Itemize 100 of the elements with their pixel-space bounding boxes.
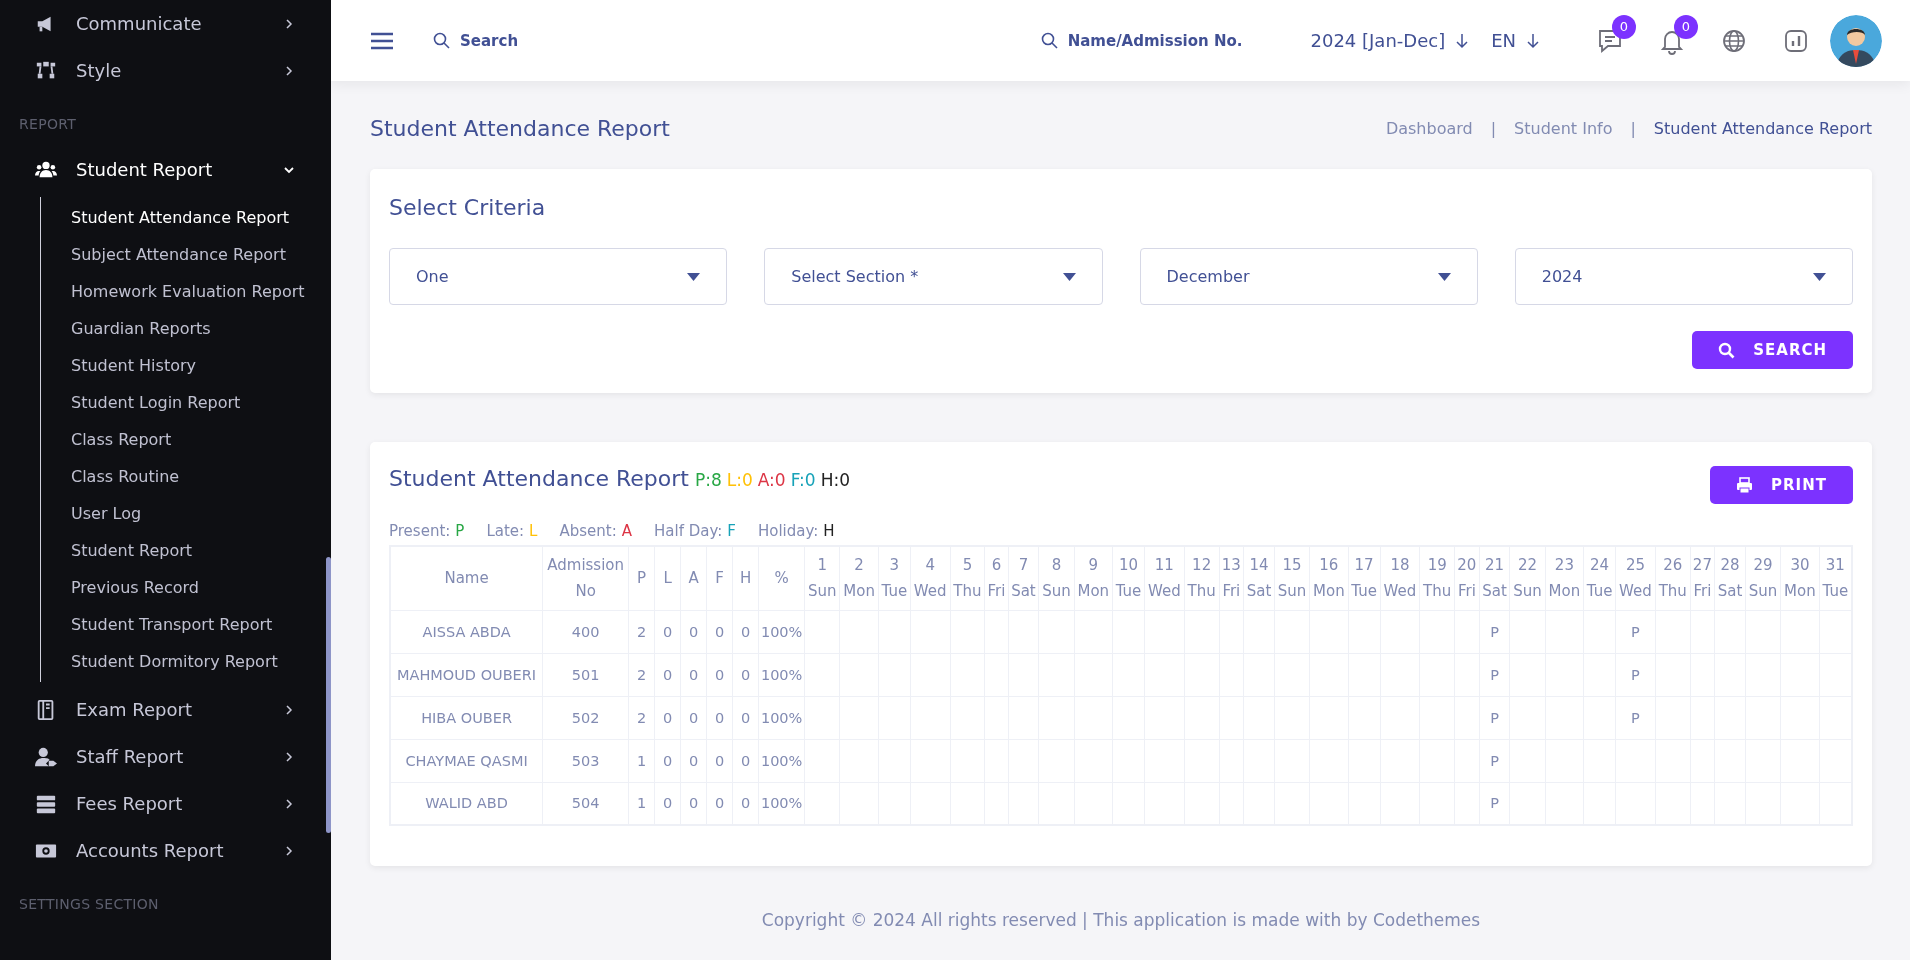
chevron-right-icon	[283, 703, 295, 716]
search-button[interactable]: SEARCH	[1692, 331, 1853, 369]
table-cell: AISSA ABDA	[390, 610, 543, 653]
select-field[interactable]: December	[1139, 248, 1478, 305]
sidebar-subitem[interactable]: User Log	[41, 495, 323, 532]
user-tag-icon	[34, 745, 58, 768]
chevron-right-icon	[283, 17, 295, 30]
sidebar-item[interactable]: Communicate	[0, 0, 323, 47]
column-header: 18 Wed	[1380, 546, 1420, 610]
column-header: Name	[390, 546, 543, 610]
column-header: L	[654, 546, 681, 610]
table-cell: 100%	[758, 696, 805, 739]
caret-icon	[1062, 272, 1076, 281]
table-cell: 0	[706, 610, 733, 653]
table-cell: 100%	[758, 653, 805, 696]
sidebar-item[interactable]: Accounts Report	[0, 827, 323, 874]
column-header: 24 Tue	[1583, 546, 1616, 610]
search-icon	[433, 32, 450, 49]
column-header: 2 Mon	[839, 546, 879, 610]
summary-count: P:8	[694, 470, 722, 490]
column-header: 28 Sat	[1714, 546, 1746, 610]
column-header: 27 Fri	[1690, 546, 1715, 610]
sidebar-item[interactable]: Staff Report	[0, 733, 323, 780]
student-search-field[interactable]: Name/Admission No.	[1067, 31, 1243, 50]
select-field[interactable]: One	[389, 248, 728, 305]
column-header: 7 Sat	[1008, 546, 1039, 610]
table-cell: 0	[706, 739, 733, 782]
sidebar-subitem[interactable]: Subject Attendance Report	[41, 236, 323, 273]
sidebar-subitem[interactable]: Guardian Reports	[41, 310, 323, 347]
column-header: 5 Thu	[950, 546, 985, 610]
sidebar-subitem[interactable]: Student Report	[41, 532, 323, 569]
sidebar-subitem[interactable]: Class Routine	[41, 458, 323, 495]
sidebar-subitem[interactable]: Homework Evaluation Report	[41, 273, 323, 310]
sidebar-subitem[interactable]: Student History	[41, 347, 323, 384]
sidebar-subitem[interactable]: Student Dormitory Report	[41, 643, 323, 680]
table-cell: 0	[706, 696, 733, 739]
select-field[interactable]: 2024	[1514, 248, 1853, 305]
sidebar-subitem[interactable]: Student Transport Report	[41, 606, 323, 643]
count-badge: 0	[1674, 14, 1698, 39]
table-cell: 400	[542, 610, 629, 653]
sidebar-item[interactable]: Exam Report	[0, 686, 323, 733]
table-cell: 1	[628, 739, 655, 782]
language-selector[interactable]: EN	[1491, 30, 1516, 51]
column-header: 8 Sun	[1038, 546, 1074, 610]
menu-icon[interactable]	[371, 31, 393, 50]
column-header: 30 Mon	[1780, 546, 1820, 610]
table-cell: P	[1479, 653, 1510, 696]
table-cell: 0	[654, 739, 681, 782]
column-header: 10 Tue	[1112, 546, 1145, 610]
column-header: H	[732, 546, 759, 610]
session-selector[interactable]: 2024 [Jan-Dec]	[1310, 30, 1446, 51]
sidebar-item[interactable]: Fees Report	[0, 780, 323, 827]
table-cell: 2	[628, 610, 655, 653]
caret-icon	[1437, 272, 1451, 281]
scrollbar[interactable]	[326, 557, 331, 833]
column-header: 29 Sun	[1745, 546, 1781, 610]
column-header: 1 Sun	[804, 546, 840, 610]
summary-count: L:0	[726, 470, 753, 490]
print-button[interactable]: PRINT	[1710, 466, 1853, 504]
table-cell: 0	[654, 653, 681, 696]
table-cell: 0	[680, 739, 707, 782]
sidebar-subitem[interactable]: Previous Record	[41, 569, 323, 606]
breadcrumb-link[interactable]: Student Attendance Report	[1653, 118, 1872, 138]
select-field[interactable]: Select Section *	[764, 248, 1103, 305]
table-cell: 100%	[758, 610, 805, 653]
table-cell: 0	[732, 610, 759, 653]
sidebar-item[interactable]: Style	[0, 47, 323, 94]
chevron-right-icon	[283, 844, 295, 857]
search-field[interactable]: Search	[460, 31, 519, 50]
caret-icon	[687, 272, 701, 281]
table-cell: 0	[680, 696, 707, 739]
chevron-right-icon	[283, 64, 295, 77]
column-header: 23 Mon	[1545, 546, 1584, 610]
summary-count: F:0	[790, 470, 816, 490]
column-header: 17 Tue	[1348, 546, 1381, 610]
caret-icon	[1813, 272, 1826, 281]
column-header: 14 Sat	[1243, 546, 1275, 610]
column-header: F	[706, 546, 733, 610]
sidebar-subitem[interactable]: Student Login Report	[41, 384, 323, 421]
avatar-icon[interactable]	[1830, 14, 1882, 67]
chevron-right-icon	[283, 797, 295, 810]
table-cell: P	[1479, 610, 1510, 653]
sidebar-subitem[interactable]: Student Attendance Report	[41, 199, 323, 236]
table-cell: P	[1479, 739, 1510, 782]
arrow-down-icon	[1455, 32, 1470, 49]
section-heading: REPORT	[18, 115, 78, 134]
table-cell: P	[1615, 653, 1656, 696]
column-header: Admission No	[542, 546, 629, 610]
sidebar-subitem[interactable]: Class Report	[41, 421, 323, 458]
table-cell: HIBA OUBER	[390, 696, 543, 739]
table-cell: MAHMOUD OUBERI	[390, 653, 543, 696]
legend-item: Holiday: H	[757, 522, 835, 540]
column-header: 26 Thu	[1655, 546, 1691, 610]
sidebar-item[interactable]: Student Report	[0, 146, 323, 193]
chevron-right-icon	[283, 750, 295, 763]
table-cell: 0	[680, 610, 707, 653]
column-header: 16 Mon	[1309, 546, 1349, 610]
table-cell: 0	[654, 610, 681, 653]
legend-item: Half Day: F	[654, 522, 736, 540]
column-header: 9 Mon	[1074, 546, 1113, 610]
